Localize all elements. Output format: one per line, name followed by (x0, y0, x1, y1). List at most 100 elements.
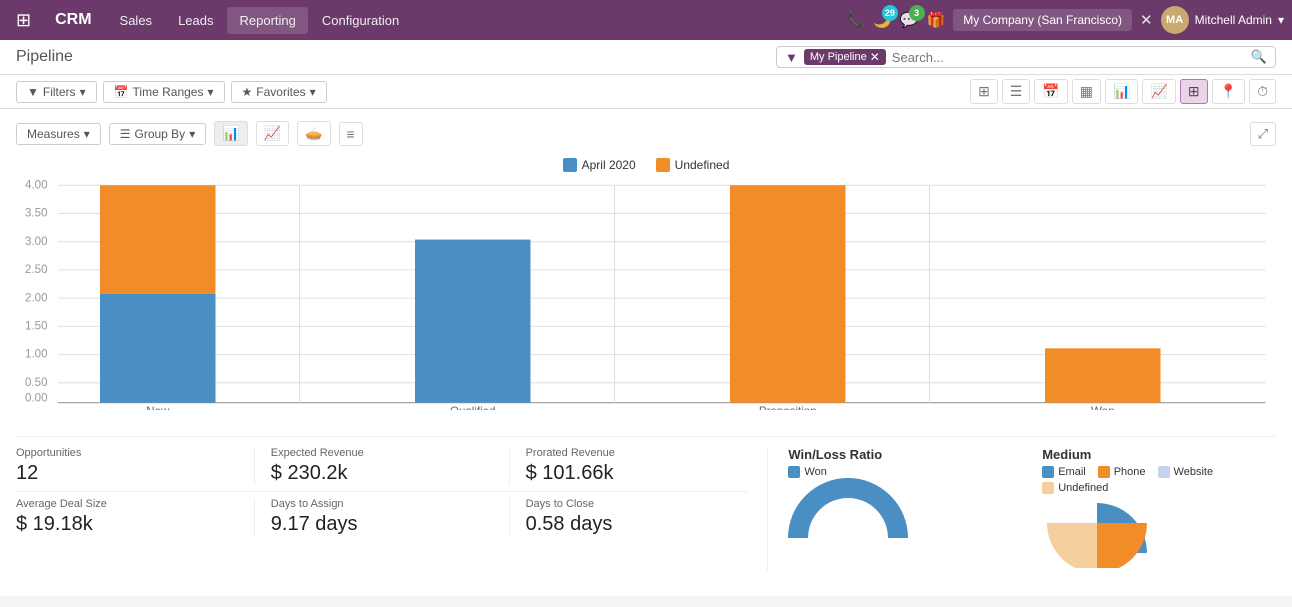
days-close-label: Days to Close (526, 498, 748, 510)
view-settings[interactable]: ⏱ (1249, 79, 1276, 104)
main-content: Measures ▾ ☰ Group By ▾ 📊 📈 🥧 ≡ ⤢ April … (0, 109, 1292, 596)
bar-new-orange (100, 185, 216, 294)
win-loss-svg (788, 478, 908, 548)
top-navigation: ⊞ CRM Sales Leads Reporting Configuratio… (0, 0, 1292, 40)
svg-text:4.00: 4.00 (25, 180, 47, 191)
win-loss-chart: Win/Loss Ratio Won (788, 447, 1022, 571)
view-switcher: ⊞ ☰ 📅 ▦ 📊 📈 ⊞ 📍 ⏱ (970, 79, 1276, 104)
svg-text:0.00: 0.00 (25, 393, 47, 405)
activity-icon[interactable]: 🌙 29 (873, 11, 892, 29)
search-input[interactable] (892, 50, 1245, 65)
filter-icon: ▼ (27, 85, 39, 99)
svg-text:2.50: 2.50 (25, 264, 47, 276)
medium-undefined: Undefined (1042, 482, 1108, 494)
company-selector[interactable]: My Company (San Francisco) (953, 9, 1132, 31)
medium-phone: Phone (1098, 466, 1146, 478)
filter-tag-remove[interactable]: ✕ (870, 50, 880, 64)
svg-text:3.50: 3.50 (25, 208, 47, 220)
close-icon[interactable]: ✕ (1140, 11, 1153, 29)
timeranges-chevron: ▾ (207, 85, 213, 99)
measures-button[interactable]: Measures ▾ (16, 123, 101, 145)
prorated-revenue-label: Prorated Revenue (526, 447, 748, 459)
medium-title: Medium (1042, 447, 1276, 462)
favorites-button[interactable]: ★ Favorites ▾ (231, 81, 327, 103)
nav-leads[interactable]: Leads (166, 7, 225, 34)
apps-icon[interactable]: ⊞ (8, 10, 39, 31)
svg-text:3.00: 3.00 (25, 236, 47, 248)
win-loss-legend-won: Won (788, 466, 826, 478)
user-menu[interactable]: MA Mitchell Admin ▾ (1161, 6, 1284, 34)
view-calendar[interactable]: 📅 (1034, 79, 1067, 104)
username: Mitchell Admin (1195, 13, 1272, 27)
svg-text:Won: Won (1091, 406, 1115, 410)
nav-sales[interactable]: Sales (108, 7, 165, 34)
expected-revenue-value: $ 230.2k (271, 462, 493, 485)
nav-right: 📞 🌙 29 💬 3 🎁 My Company (San Francisco) … (847, 6, 1284, 34)
legend-april: April 2020 (563, 158, 636, 172)
nav-reporting[interactable]: Reporting (227, 7, 307, 34)
view-map[interactable]: 📍 (1212, 79, 1245, 104)
filter-tag-label: My Pipeline (810, 51, 867, 63)
won-label: Won (804, 466, 826, 478)
svg-text:Proposition: Proposition (759, 406, 817, 410)
favorites-chevron: ▾ (310, 85, 316, 99)
medium-svg (1042, 498, 1152, 568)
email-label: Email (1058, 466, 1086, 478)
chart-type-bar[interactable]: 📊 (214, 121, 247, 146)
calendar-icon: 📅 (114, 85, 129, 99)
view-list[interactable]: ☰ (1002, 79, 1031, 104)
expected-revenue-label: Expected Revenue (271, 447, 493, 459)
expand-button[interactable]: ⤢ (1250, 122, 1276, 146)
chart-type-pie[interactable]: 🥧 (297, 121, 330, 146)
days-assign-value: 9.17 days (271, 513, 493, 536)
view-bar-chart[interactable]: 📊 (1105, 79, 1138, 104)
view-pivot[interactable]: ⊞ (1180, 79, 1208, 104)
filters-button[interactable]: ▼ Filters ▾ (16, 81, 97, 103)
days-assign-label: Days to Assign (271, 498, 493, 510)
won-dot (788, 466, 800, 478)
avatar: MA (1161, 6, 1189, 34)
timeranges-button[interactable]: 📅 Time Ranges ▾ (103, 81, 225, 103)
filter-left: ▼ Filters ▾ 📅 Time Ranges ▾ ★ Favorites … (16, 81, 964, 103)
star-icon: ★ (242, 85, 253, 99)
svg-text:1.00: 1.00 (25, 349, 47, 361)
filter-tag-mypipeline: My Pipeline ✕ (804, 49, 886, 65)
chart-stack-toggle[interactable]: ≡ (339, 122, 363, 146)
opportunities-value: 12 (16, 462, 238, 485)
phone-icon[interactable]: 📞 (847, 11, 866, 29)
stat-avg-deal: Average Deal Size $ 19.18k (16, 498, 255, 536)
nav-menu: Sales Leads Reporting Configuration (108, 7, 843, 34)
phone-label: Phone (1114, 466, 1146, 478)
svg-text:1.50: 1.50 (25, 321, 47, 333)
stats-row-1: Opportunities 12 Expected Revenue $ 230.… (16, 447, 747, 485)
legend-april-dot (563, 158, 577, 172)
search-area: ▼ My Pipeline ✕ 🔍 (776, 46, 1276, 68)
chart-legend: April 2020 Undefined (16, 158, 1276, 172)
search-icon[interactable]: 🔍 (1251, 49, 1267, 65)
filters-chevron: ▾ (80, 85, 86, 99)
win-loss-legend: Won (788, 466, 826, 478)
avg-deal-value: $ 19.18k (16, 513, 238, 536)
legend-undefined: Undefined (656, 158, 730, 172)
bar-proposition-orange (730, 185, 846, 402)
view-table[interactable]: ▦ (1072, 79, 1101, 104)
groupby-icon: ☰ (120, 127, 131, 141)
opportunities-label: Opportunities (16, 447, 238, 459)
view-kanban[interactable]: ⊞ (970, 79, 998, 104)
bar-qualified-blue (415, 240, 531, 403)
groupby-button[interactable]: ☰ Group By ▾ (109, 123, 207, 145)
legend-april-label: April 2020 (582, 158, 636, 172)
stat-expected-revenue: Expected Revenue $ 230.2k (271, 447, 510, 485)
chart-type-line[interactable]: 📈 (256, 121, 289, 146)
medium-legend: Email Phone Website Undefined (1042, 466, 1276, 494)
svg-text:0.50: 0.50 (25, 377, 47, 389)
messages-badge: 3 (909, 5, 925, 21)
nav-configuration[interactable]: Configuration (310, 7, 411, 34)
view-line-chart[interactable]: 📈 (1142, 79, 1175, 104)
messages-icon[interactable]: 💬 3 (900, 11, 919, 29)
gift-icon[interactable]: 🎁 (927, 11, 946, 29)
undefined-label: Undefined (1058, 482, 1108, 494)
search-bar: Pipeline ▼ My Pipeline ✕ 🔍 (0, 40, 1292, 75)
phone-dot (1098, 466, 1110, 478)
medium-chart: Medium Email Phone Website (1042, 447, 1276, 571)
